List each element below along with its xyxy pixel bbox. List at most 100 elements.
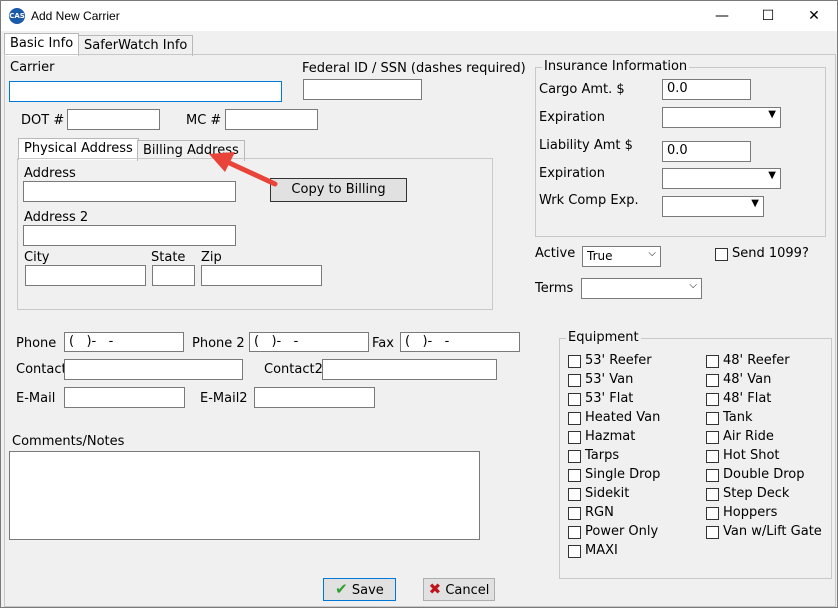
equipment-label: 53' Van	[585, 372, 634, 387]
email-label: E-Mail	[16, 391, 56, 406]
dot-label: DOT #	[21, 113, 65, 128]
phone-input[interactable]: ( )- -	[64, 332, 184, 352]
chevron-down-icon: ⌵	[689, 280, 697, 291]
equipment-checkbox[interactable]	[568, 431, 581, 444]
equipment-checkbox[interactable]	[568, 355, 581, 368]
chevron-down-icon: ⌵	[648, 248, 656, 259]
equipment-checkbox[interactable]	[568, 488, 581, 501]
equipment-checkbox[interactable]	[706, 450, 719, 463]
tab-saferwatch-info[interactable]: SaferWatch Info	[78, 35, 194, 56]
equipment-label: Tarps	[585, 448, 620, 463]
liability-expiration-select[interactable]: ▼	[662, 168, 781, 189]
equipment-checkbox[interactable]	[706, 469, 719, 482]
equipment-label: 48' Reefer	[723, 353, 790, 368]
equipment-label: Step Deck	[723, 486, 790, 501]
equipment-label: Hoppers	[723, 505, 778, 520]
equipment-checkbox[interactable]	[568, 545, 581, 558]
equipment-checkbox[interactable]	[568, 450, 581, 463]
tab-physical-address[interactable]: Physical Address	[18, 138, 139, 160]
equipment-checkbox[interactable]	[568, 393, 581, 406]
cancel-button[interactable]: ✖ Cancel	[423, 578, 495, 601]
checkmark-icon: ✔	[335, 580, 348, 598]
address2-label: Address 2	[24, 210, 89, 225]
equipment-label: 48' Van	[723, 372, 772, 387]
comments-textarea[interactable]	[9, 451, 480, 540]
email2-input[interactable]	[254, 387, 375, 408]
equipment-checkbox[interactable]	[706, 507, 719, 520]
close-icon[interactable]: ✕	[791, 1, 837, 31]
window-title: Add New Carrier	[31, 9, 120, 23]
phone-label: Phone	[16, 336, 57, 351]
equipment-checkbox[interactable]	[706, 374, 719, 387]
email2-label: E-Mail2	[200, 391, 248, 406]
equipment-checkbox[interactable]	[706, 412, 719, 425]
cargo-amt-input[interactable]: 0.0	[662, 79, 751, 100]
zip-label: Zip	[201, 250, 222, 265]
carrier-label: Carrier	[10, 60, 55, 75]
chevron-down-icon: ▼	[751, 198, 759, 209]
copy-to-billing-button[interactable]: Copy to Billing	[270, 178, 407, 202]
email-input[interactable]	[64, 387, 185, 408]
chevron-down-icon: ▼	[768, 170, 776, 181]
equipment-label: Single Drop	[585, 467, 661, 482]
minimize-icon[interactable]: —	[699, 1, 745, 31]
city-input[interactable]	[25, 265, 146, 286]
equipment-checkbox[interactable]	[706, 488, 719, 501]
zip-input[interactable]	[201, 265, 322, 286]
expiration2-label: Expiration	[539, 166, 605, 181]
fax-input[interactable]: ( )- -	[400, 332, 520, 352]
cargo-amt-label: Cargo Amt. $	[539, 82, 625, 97]
carrier-input[interactable]	[9, 81, 282, 102]
equipment-label: Power Only	[585, 524, 659, 539]
equipment-label: RGN	[585, 505, 614, 520]
city-label: City	[24, 250, 50, 265]
equipment-checkbox[interactable]	[706, 526, 719, 539]
equipment-label: Tank	[723, 410, 753, 425]
equipment-checkbox[interactable]	[706, 355, 719, 368]
terms-label: Terms	[535, 281, 574, 296]
contact-label: Contact	[16, 362, 67, 377]
phone2-input[interactable]: ( )- -	[249, 332, 369, 352]
equipment-checkbox[interactable]	[706, 431, 719, 444]
app-icon: CAS	[9, 8, 25, 24]
cargo-expiration-select[interactable]: ▼	[662, 107, 781, 128]
terms-select[interactable]: ⌵	[581, 278, 702, 299]
active-label: Active	[535, 246, 576, 261]
equipment-checkbox[interactable]	[706, 393, 719, 406]
equipment-label: MAXI	[585, 543, 618, 558]
title-bar: CAS Add New Carrier — ☐ ✕	[1, 1, 837, 31]
cancel-label: Cancel	[445, 583, 490, 598]
tab-basic-info[interactable]: Basic Info	[4, 33, 80, 56]
equipment-title: Equipment	[566, 330, 641, 345]
maximize-icon[interactable]: ☐	[745, 1, 791, 31]
contact-input[interactable]	[64, 359, 243, 380]
mc-input[interactable]	[225, 109, 318, 130]
send-1099-checkbox[interactable]	[715, 248, 728, 261]
contact2-input[interactable]	[322, 359, 497, 380]
equipment-checkbox[interactable]	[568, 526, 581, 539]
dot-input[interactable]	[67, 109, 160, 130]
liability-amt-input[interactable]: 0.0	[662, 141, 751, 162]
annotation-arrow-icon	[209, 152, 278, 187]
federal-id-input[interactable]	[303, 79, 422, 100]
save-button[interactable]: ✔ Save	[323, 578, 396, 601]
comments-label: Comments/Notes	[12, 434, 125, 449]
equipment-checkbox[interactable]	[568, 374, 581, 387]
state-label: State	[151, 250, 186, 265]
wrk-comp-select[interactable]: ▼	[662, 196, 764, 217]
address2-input[interactable]	[23, 225, 236, 246]
federal-id-label: Federal ID / SSN (dashes required)	[302, 61, 526, 76]
equipment-checkbox[interactable]	[568, 412, 581, 425]
state-input[interactable]	[152, 265, 195, 286]
add-carrier-window: CAS Add New Carrier — ☐ ✕ Basic Info Saf…	[0, 0, 838, 608]
insurance-title: Insurance Information	[542, 59, 690, 74]
equipment-label: Van w/Lift Gate	[723, 524, 822, 539]
equipment-label: Heated Van	[585, 410, 661, 425]
equipment-checkbox[interactable]	[568, 507, 581, 520]
address-label: Address	[24, 166, 76, 181]
fax-label: Fax	[372, 336, 394, 351]
active-select[interactable]: True ⌵	[582, 246, 661, 267]
liability-amt-label: Liability Amt $	[539, 138, 633, 153]
equipment-checkbox[interactable]	[568, 469, 581, 482]
active-value: True	[587, 249, 613, 263]
